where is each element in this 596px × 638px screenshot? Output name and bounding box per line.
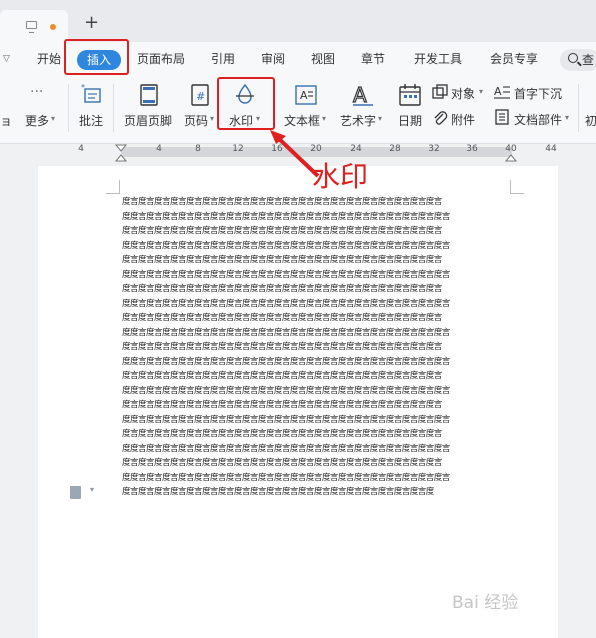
margin-corner-mark [106,180,120,194]
body-line: 度言度言度言度言度言度言度言度言度言度言度言度言度言度言度言度言度言度言度言度言 [122,371,442,381]
body-line: 度言度言度言度言度言度言度言度言度言度言度言度言度言度言度言度言度言度言度言度言 [122,284,442,294]
more-dots-icon: ··· [30,84,44,100]
ribbon-separator [578,84,579,132]
body-line: 度言度言度言度言度言度言度言度言度言度言度言度言度言度言度言度言度言度言度言度言 [122,400,442,410]
wordart-icon: A [352,82,373,108]
ribbon-separator [113,84,114,132]
search-icon [568,53,578,63]
monitor-icon [26,21,37,33]
insert-tab-highlight [64,39,129,75]
ruler-tick: 36 [466,144,478,154]
menu-collapse-icon[interactable]: ▽ [3,42,10,76]
ribbon-separator [68,84,69,132]
body-line: 度度言度言度言度言度言度言度言度言度言度言度言度言度言度言度言度言度言度言度言度… [122,356,450,367]
menu-home[interactable]: 开始 [37,42,61,76]
object-icon [432,84,448,99]
textbox-button[interactable]: 文本框 [284,112,320,129]
document-parts-caret-icon: ▾ [565,113,570,122]
body-line: 度言度言度言度言度言度言度言度言度言度言度言度言度言度言度言度言度言度言度言度言 [122,313,442,323]
baidu-jingyan-watermark: Bai 经验 [452,593,519,613]
title-tab-bar: + [0,0,596,42]
dropcap-button[interactable]: 首字下沉 [514,85,562,102]
body-last-line: 度言度言度言度言度言度言度言度言度言度言度言度言度言度言度言度言度言度言度言度 [122,487,434,497]
header-footer-button[interactable]: 页眉页脚 [124,112,172,129]
body-line: 度度言度言度言度言度言度言度言度言度言度言度言度言度言度言度言度言度言度言度言度… [122,298,450,309]
more-caret-icon: ▾ [51,114,56,123]
ruler-tick: 24 [350,144,362,154]
body-line: 度言度言度言度言度言度言度言度言度言度言度言度言度言度言度言度言度言度言度言度言 [122,255,442,265]
menu-page-layout[interactable]: 页面布局 [137,42,185,76]
page-number-caret-icon: ▾ [210,114,215,123]
clipped-left-label: ョ [0,114,13,128]
calendar-icon [399,84,421,106]
body-line: 度言度言度言度言度言度言度言度言度言度言度言度言度言度言度言度言度言度言度言度言 [122,226,442,236]
new-tab-button[interactable]: + [84,14,99,32]
wordart-button[interactable]: 艺术字 [340,112,376,129]
paragraph-layout-caret-icon[interactable]: ▾ [90,485,94,494]
menu-review[interactable]: 审阅 [261,42,285,76]
body-line: 度度言度言度言度言度言度言度言度言度言度言度言度言度言度言度言度言度言度言度言度… [122,211,450,222]
menu-references[interactable]: 引用 [211,42,235,76]
unsaved-dot-icon [50,24,56,30]
right-indent-marker[interactable] [505,144,517,164]
svg-text:A: A [300,89,308,102]
ruler-tick: 4 [78,144,84,154]
comment-button[interactable]: 批注 [79,112,103,129]
body-lines: 度言度言度言度言度言度言度言度言度言度言度言度言度言度言度言度言度言度言度言度言… [122,195,510,485]
ruler-tick: 8 [195,144,201,154]
menu-view[interactable]: 视图 [311,42,335,76]
body-line: 度言度言度言度言度言度言度言度言度言度言度言度言度言度言度言度言度言度言度言度言 [122,197,442,207]
svg-text:A: A [353,83,367,107]
left-indent-marker[interactable] [115,144,127,164]
svg-text:*: * [81,83,85,92]
document-page[interactable]: 度言度言度言度言度言度言度言度言度言度言度言度言度言度言度言度言度言度言度言度言… [38,166,558,638]
page-number-icon: # [191,84,209,106]
attachment-button[interactable]: 附件 [451,111,475,128]
body-line: 度度言度言度言度言度言度言度言度言度言度言度言度言度言度言度言度言度言度言度言度… [122,443,450,454]
clipped-right-label: 初 [585,114,596,128]
object-caret-icon: ▾ [479,87,484,96]
svg-text:A: A [494,85,502,98]
search-label: 查 [582,53,595,67]
date-button[interactable]: 日期 [398,112,422,129]
ruler-tick: 28 [389,144,401,154]
comment-icon: * [81,83,101,103]
ruler-tick: 4 [156,144,162,154]
object-button[interactable]: 对象 [451,85,475,102]
menu-developer[interactable]: 开发工具 [414,42,462,76]
textbox-icon: A [295,85,317,105]
body-line: 度度言度言度言度言度言度言度言度言度言度言度言度言度言度言度言度言度言度言度言度… [122,240,450,251]
header-footer-icon [140,84,158,106]
document-parts-button[interactable]: 文档部件 [514,111,562,128]
textbox-caret-icon: ▾ [322,114,327,123]
ruler-tick: 32 [428,144,440,154]
document-tab[interactable] [0,10,68,42]
body-line: 度度言度言度言度言度言度言度言度言度言度言度言度言度言度言度言度言度言度言度言度… [122,472,450,483]
ruler-tick: 44 [545,144,557,154]
menu-section[interactable]: 章节 [361,42,385,76]
watermark-button-highlight [217,77,275,130]
body-line: 度言度言度言度言度言度言度言度言度言度言度言度言度言度言度言度言度言度言度言度言 [122,342,442,352]
document-parts-icon [495,109,509,125]
paragraph-layout-icon[interactable] [70,486,81,499]
body-line: 度度言度言度言度言度言度言度言度言度言度言度言度言度言度言度言度言度言度言度言度… [122,385,450,396]
dropcap-icon: A [494,85,510,99]
margin-corner-mark [510,180,524,194]
body-line: 度言度言度言度言度言度言度言度言度言度言度言度言度言度言度言度言度言度言度言度言 [122,458,442,468]
paperclip-icon [434,111,448,125]
body-line: 度度言度言度言度言度言度言度言度言度言度言度言度言度言度言度言度言度言度言度言度… [122,269,450,280]
annotation-label: 水印 [312,160,369,193]
search-box[interactable]: 查 [560,49,596,71]
body-line: 度度言度言度言度言度言度言度言度言度言度言度言度言度言度言度言度言度言度言度言度… [122,327,450,338]
ruler-tick: 12 [232,144,244,154]
page-number-button[interactable]: 页码 [184,112,208,129]
wordart-caret-icon: ▾ [378,114,383,123]
more-button[interactable]: 更多 [25,112,49,129]
document-body-text[interactable]: 度言度言度言度言度言度言度言度言度言度言度言度言度言度言度言度言度言度言度言度言… [122,195,510,500]
body-line: 度言度言度言度言度言度言度言度言度言度言度言度言度言度言度言度言度言度言度言度言 [122,429,442,439]
menu-member[interactable]: 会员专享 [490,42,538,76]
body-line: 度度言度言度言度言度言度言度言度言度言度言度言度言度言度言度言度言度言度言度言度… [122,414,450,425]
svg-text:#: # [196,90,205,103]
